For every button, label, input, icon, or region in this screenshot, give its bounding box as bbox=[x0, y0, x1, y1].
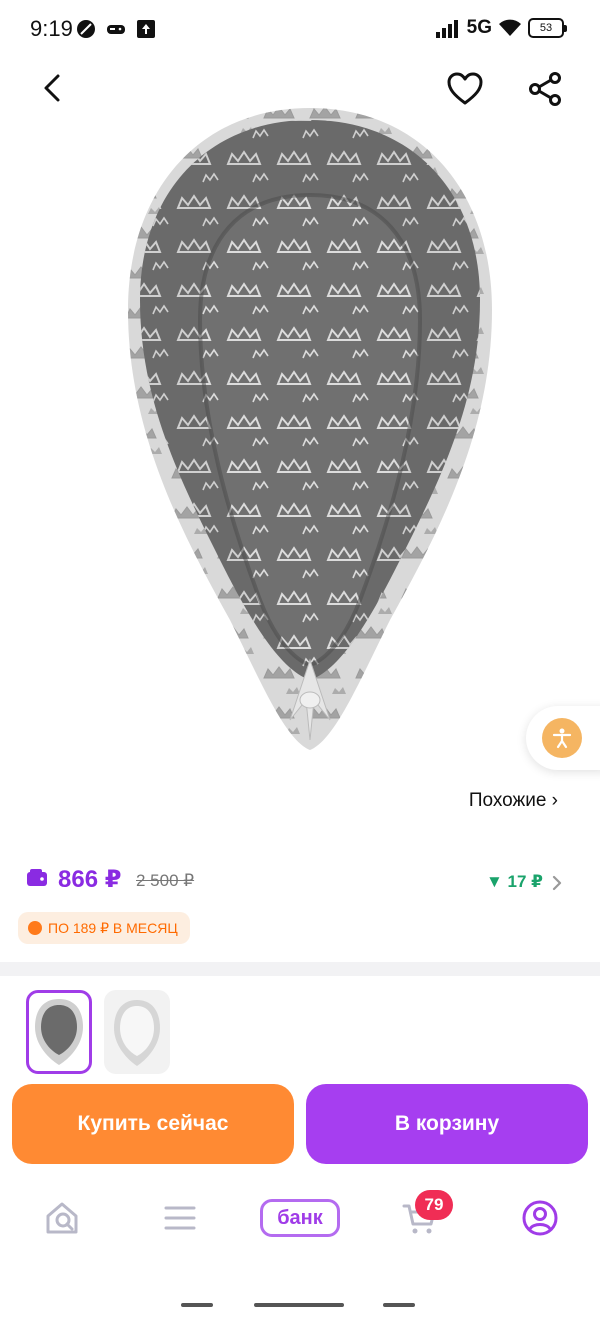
accessibility-icon bbox=[542, 718, 582, 758]
status-right: 5G 53 bbox=[435, 17, 567, 39]
status-bar: 9:19 5G 53 bbox=[0, 0, 600, 58]
system-back-button[interactable] bbox=[383, 1303, 415, 1307]
home-search-icon[interactable] bbox=[42, 1198, 82, 1238]
similar-products-link[interactable]: Похожие › bbox=[469, 790, 558, 812]
upload-icon bbox=[137, 20, 155, 38]
section-divider bbox=[0, 962, 600, 976]
installment-badge[interactable]: ПО 189 ₽ В МЕСЯЦ bbox=[18, 912, 190, 944]
variant-thumbnail-dark[interactable] bbox=[26, 990, 92, 1074]
signal-icon bbox=[435, 20, 458, 38]
back-arrow-icon[interactable] bbox=[36, 70, 72, 106]
product-image[interactable] bbox=[120, 100, 500, 760]
current-price: 866 ₽ bbox=[58, 866, 122, 893]
chevron-right-icon[interactable] bbox=[550, 874, 564, 892]
no-disturb-icon bbox=[77, 20, 95, 38]
wifi-icon bbox=[499, 19, 521, 36]
installment-text: ПО 189 ₽ В МЕСЯЦ bbox=[48, 919, 178, 936]
buy-now-button[interactable]: Купить сейчас bbox=[12, 1084, 294, 1164]
status-left-icons bbox=[76, 19, 156, 39]
gamepad-icon bbox=[107, 25, 125, 34]
network-label: 5G bbox=[466, 17, 492, 38]
wallet-icon bbox=[27, 869, 47, 886]
old-price: 2 500 ₽ bbox=[136, 871, 195, 890]
pie-icon bbox=[28, 921, 42, 935]
profile-icon[interactable] bbox=[520, 1198, 560, 1238]
bank-tab[interactable]: банк bbox=[260, 1199, 340, 1237]
bonus-points[interactable]: ▼ 17 ₽ bbox=[486, 872, 543, 892]
catalog-icon[interactable] bbox=[160, 1198, 200, 1238]
add-to-cart-button[interactable]: В корзину bbox=[306, 1084, 588, 1164]
accessibility-button[interactable] bbox=[526, 706, 600, 770]
system-recents-button[interactable] bbox=[181, 1303, 213, 1307]
system-home-button[interactable] bbox=[254, 1303, 344, 1307]
cart-count-badge: 79 bbox=[415, 1190, 453, 1220]
share-icon[interactable] bbox=[526, 70, 564, 108]
status-time: 9:19 bbox=[30, 16, 73, 41]
variant-thumbnail-light[interactable] bbox=[104, 990, 170, 1074]
battery-indicator: 53 bbox=[528, 18, 567, 38]
